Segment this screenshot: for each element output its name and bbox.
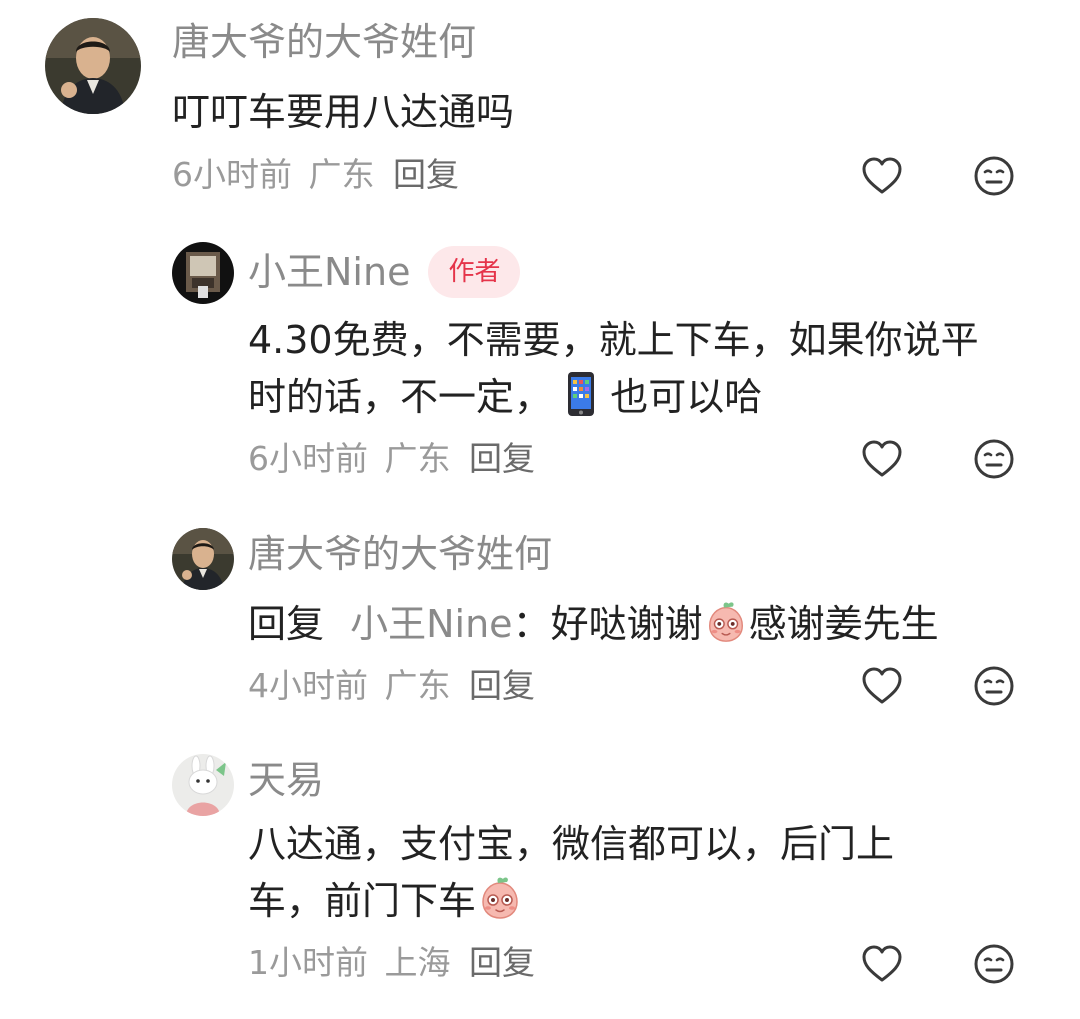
comment-text: 回复 小王Nine：好哒谢谢 感谢姜先生	[248, 596, 939, 653]
comment-time: 1小时前	[248, 943, 368, 982]
reply-prefix: 回复	[248, 602, 325, 646]
comment-time: 6小时前	[172, 155, 292, 194]
comment-meta: 4小时前 广东 回复	[248, 666, 535, 706]
comment-meta: 6小时前 广东 回复	[172, 155, 459, 195]
heart-outline-icon[interactable]	[860, 942, 904, 986]
commenter-name[interactable]: 唐大爷的大爷姓何	[248, 530, 552, 578]
reply-button[interactable]: 回复	[469, 439, 535, 478]
author-badge: 作者	[428, 246, 521, 298]
comment-location: 广东	[384, 666, 451, 705]
comment-meta: 6小时前 广东 回复	[248, 439, 535, 479]
neutral-face-icon[interactable]	[972, 437, 1016, 481]
comment-text-part: ：好哒谢谢	[512, 602, 703, 646]
comment-text: 八达通，支付宝，微信都可以，后门上 车，前门下车	[248, 816, 1048, 930]
comment-text-line: 4.30免费，不需要，就上下车，如果你说平	[248, 318, 979, 362]
neutral-face-icon[interactable]	[972, 664, 1016, 708]
reply-button[interactable]: 回复	[393, 155, 459, 194]
comment-location: 广东	[384, 439, 451, 478]
comment-time: 6小时前	[248, 439, 368, 478]
avatar[interactable]	[172, 754, 234, 816]
comment-text: 叮叮车要用八达通吗	[172, 90, 515, 134]
commenter-name[interactable]: 天易	[248, 756, 324, 804]
avatar[interactable]	[172, 528, 234, 590]
comment-meta: 1小时前 上海 回复	[248, 943, 535, 983]
heart-outline-icon[interactable]	[860, 664, 904, 708]
mobile-phone-icon	[568, 372, 595, 416]
heart-outline-icon[interactable]	[860, 437, 904, 481]
comment-text-part: 也可以哈	[610, 375, 763, 419]
commenter-name: 小王Nine 作者	[248, 246, 521, 298]
avatar[interactable]	[45, 18, 141, 114]
comment-text: 4.30免费，不需要，就上下车，如果你说平 时的话，不一定， 也可以哈	[248, 312, 1048, 426]
comment-time: 4小时前	[248, 666, 368, 705]
author-name[interactable]: 小王Nine	[248, 248, 410, 296]
comment-text-line: 车，前门下车	[248, 873, 1048, 930]
reply-button[interactable]: 回复	[469, 943, 535, 982]
comment-text-line: 时的话，不一定， 也可以哈	[248, 369, 1048, 426]
heart-outline-icon[interactable]	[860, 154, 904, 198]
comment-location: 上海	[384, 943, 451, 982]
avatar[interactable]	[172, 242, 234, 304]
neutral-face-icon[interactable]	[972, 942, 1016, 986]
comment-text-part: 感谢姜先生	[748, 602, 939, 646]
reply-target-name[interactable]: 小王Nine	[350, 602, 512, 646]
comment-text-line: 八达通，支付宝，微信都可以，后门上	[248, 822, 895, 866]
reply-button[interactable]: 回复	[469, 666, 535, 705]
comment-location: 广东	[308, 155, 375, 194]
peach-sticker-icon	[476, 874, 524, 922]
comment-text-part: 时的话，不一定，	[248, 375, 553, 419]
neutral-face-icon[interactable]	[972, 154, 1016, 198]
commenter-name[interactable]: 唐大爷的大爷姓何	[172, 18, 476, 66]
comment-text-part: 车，前门下车	[248, 879, 477, 923]
peach-sticker-icon	[703, 599, 749, 645]
